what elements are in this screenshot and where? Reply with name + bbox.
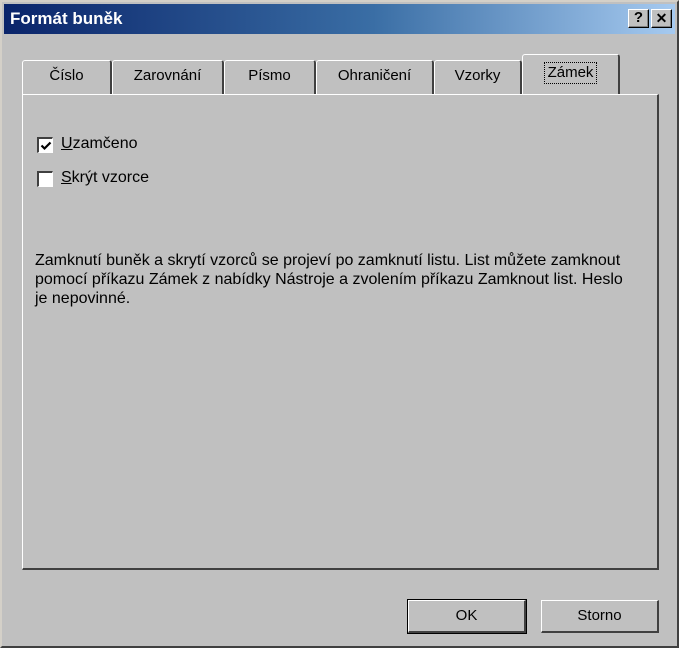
cancel-button[interactable]: Storno <box>541 600 659 633</box>
tab-zarovnani[interactable]: Zarovnání <box>112 60 224 94</box>
tab-panel-zamek: Uzamčeno Skrýt vzorce Zamknutí buněk a s… <box>22 94 659 570</box>
format-cells-dialog: Formát buněk ? ✕ Číslo Zarovnání Písmo O… <box>0 0 679 648</box>
ok-button[interactable]: OK <box>407 599 527 634</box>
title-bar: Formát buněk ? ✕ <box>4 4 675 34</box>
lock-description: Zamknutí buněk a skrytí vzorců se projev… <box>35 252 623 307</box>
tab-zamek[interactable]: Zámek <box>522 54 620 94</box>
tab-label: Zarovnání <box>133 67 202 84</box>
locked-label: Uzamčeno <box>61 135 138 152</box>
tab-label: Písmo <box>248 67 291 84</box>
close-button[interactable]: ✕ <box>651 9 672 28</box>
locked-checkbox[interactable] <box>37 137 53 153</box>
tab-label: Číslo <box>49 67 84 84</box>
tab-label: Vzorky <box>454 67 501 84</box>
tab-vzorky[interactable]: Vzorky <box>434 60 522 94</box>
tab-label: Ohraničení <box>337 67 412 84</box>
hide-formulas-checkbox[interactable] <box>37 171 53 187</box>
tab-cislo[interactable]: Číslo <box>22 60 112 94</box>
help-button[interactable]: ? <box>628 9 649 28</box>
hide-formulas-label: Skrýt vzorce <box>61 169 150 186</box>
dialog-title: Formát buněk <box>10 9 123 28</box>
tab-pismo[interactable]: Písmo <box>224 60 316 94</box>
tab-ohraniceni[interactable]: Ohraničení <box>316 60 434 94</box>
checkmark-icon <box>40 141 52 151</box>
tab-label: Zámek <box>543 62 598 84</box>
